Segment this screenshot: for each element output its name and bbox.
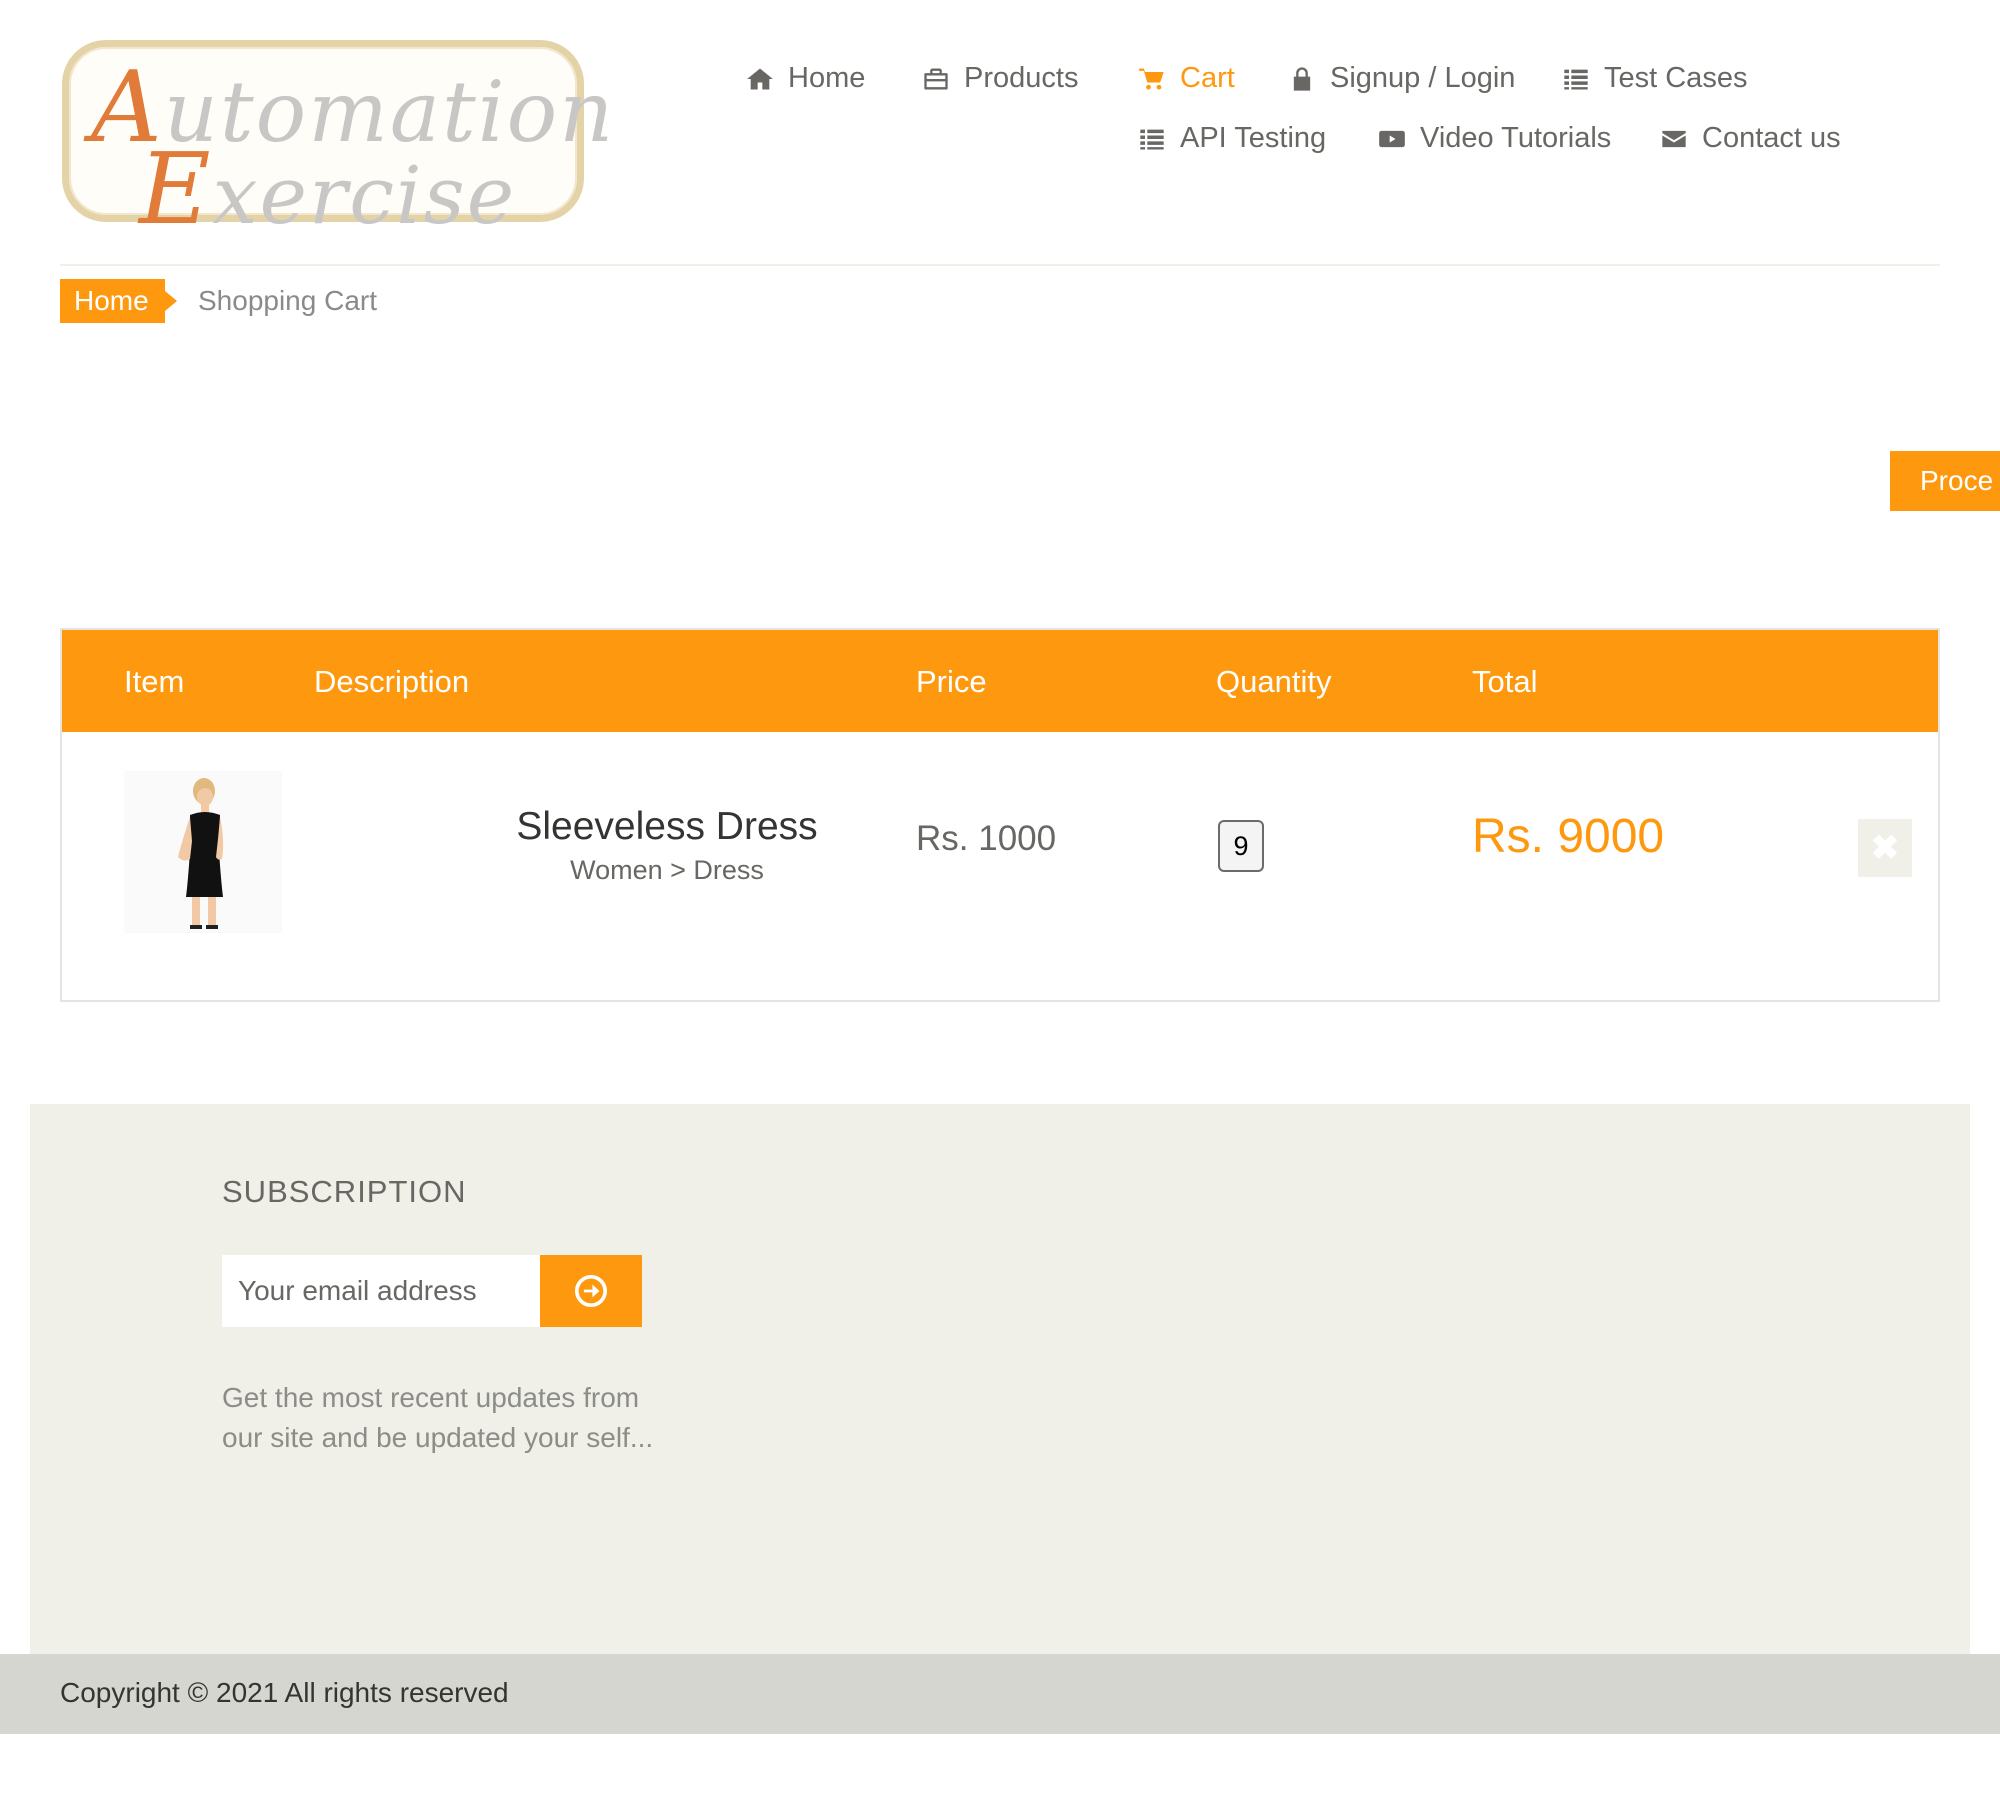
nav-api-testing-label: API Testing bbox=[1180, 122, 1327, 154]
nav-contact-us[interactable]: Contact us bbox=[1660, 122, 1841, 155]
subscription-description: Get the most recent updates from our sit… bbox=[222, 1382, 654, 1453]
nav-products-label: Products bbox=[964, 62, 1079, 94]
nav-test-cases[interactable]: Test Cases bbox=[1562, 62, 1747, 95]
product-name[interactable]: Sleeveless Dress bbox=[452, 805, 882, 849]
column-price: Price bbox=[916, 664, 987, 699]
list-icon bbox=[1140, 129, 1164, 149]
breadcrumb-current: Shopping Cart bbox=[198, 285, 378, 316]
nav-video-tutorials-label: Video Tutorials bbox=[1420, 122, 1612, 154]
nav-api-testing[interactable]: API Testing bbox=[1138, 122, 1326, 155]
nav-video-tutorials[interactable]: Video Tutorials bbox=[1378, 122, 1611, 155]
site-logo[interactable]: Automation Exercise bbox=[62, 40, 613, 247]
nav-products[interactable]: Products bbox=[922, 62, 1078, 95]
list-icon bbox=[1564, 69, 1588, 89]
quantity-display: 9 bbox=[1218, 820, 1264, 872]
close-icon: ✖ bbox=[1870, 829, 1900, 867]
proceed-to-checkout-button[interactable]: Proce bbox=[1890, 451, 2000, 511]
subscribe-button[interactable] bbox=[540, 1255, 642, 1327]
cart-icon bbox=[1139, 68, 1164, 89]
product-price: Rs. 1000 bbox=[916, 819, 1057, 858]
nav-home-label: Home bbox=[788, 62, 866, 94]
nav-contact-us-label: Contact us bbox=[1702, 122, 1841, 154]
lock-icon bbox=[1293, 66, 1311, 91]
youtube-icon bbox=[1379, 130, 1405, 147]
nav-signup-login[interactable]: Signup / Login bbox=[1288, 62, 1515, 95]
product-total: Rs. 9000 bbox=[1472, 810, 1665, 863]
nav-cart[interactable]: Cart bbox=[1138, 62, 1235, 95]
nav-cart-label: Cart bbox=[1180, 62, 1235, 94]
copyright-text: Copyright © 2021 All rights reserved bbox=[60, 1677, 509, 1708]
breadcrumb-home[interactable]: Home bbox=[60, 279, 177, 323]
home-icon bbox=[747, 68, 773, 89]
arrow-circle-right-icon bbox=[574, 1274, 608, 1308]
logo-text-exercise: Exercise bbox=[139, 133, 517, 247]
dress-model-image bbox=[124, 771, 282, 933]
header-divider bbox=[60, 264, 1940, 266]
briefcase-icon bbox=[924, 68, 948, 89]
subscription-email-input[interactable] bbox=[222, 1255, 540, 1327]
nav-home[interactable]: Home bbox=[746, 62, 865, 95]
column-total: Total bbox=[1472, 664, 1538, 699]
product-image[interactable] bbox=[124, 771, 282, 933]
column-item: Item bbox=[124, 664, 185, 699]
product-category: Women > Dress bbox=[570, 855, 764, 885]
cart-table: Item Description Price Quantity Total Sl… bbox=[60, 628, 1940, 1002]
envelope-icon bbox=[1662, 130, 1686, 147]
column-quantity: Quantity bbox=[1216, 664, 1332, 699]
delete-item-button[interactable]: ✖ bbox=[1858, 819, 1912, 877]
cart-table-header: Item Description Price Quantity Total bbox=[62, 630, 1938, 732]
nav-test-cases-label: Test Cases bbox=[1604, 62, 1748, 94]
nav-signup-login-label: Signup / Login bbox=[1330, 62, 1516, 94]
column-description: Description bbox=[314, 664, 470, 699]
subscription-title: SUBSCRIPTION bbox=[222, 1174, 467, 1209]
